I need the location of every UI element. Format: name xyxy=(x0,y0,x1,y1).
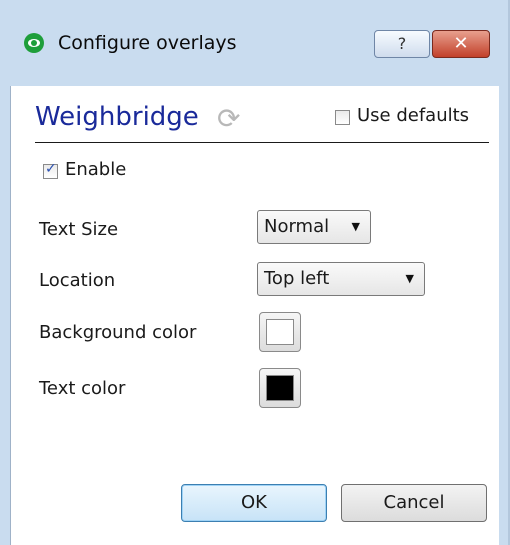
background-color-button[interactable] xyxy=(259,312,301,352)
chevron-down-icon: ▼ xyxy=(351,220,360,233)
enable-label[interactable]: Enable xyxy=(65,159,126,180)
location-label: Location xyxy=(39,270,116,291)
eye-icon xyxy=(24,33,44,53)
enable-checkbox[interactable] xyxy=(43,161,58,179)
dialog-content: Weighbridge ⟳ Use defaults Enable Text S… xyxy=(10,86,499,545)
help-button[interactable]: ? xyxy=(374,30,430,58)
title-bar[interactable]: Configure overlays ? ✕ xyxy=(0,0,508,60)
chevron-down-icon: ▼ xyxy=(405,272,414,285)
cancel-button[interactable]: Cancel xyxy=(341,484,487,522)
text-color-label: Text color xyxy=(39,378,126,399)
window-title: Configure overlays xyxy=(58,32,237,54)
use-defaults-checkbox[interactable] xyxy=(335,110,350,125)
location-value: Top left xyxy=(264,268,330,289)
text-color-button[interactable] xyxy=(259,368,301,408)
text-size-label: Text Size xyxy=(39,219,119,240)
ok-button[interactable]: OK xyxy=(181,484,327,522)
configure-overlays-dialog: Configure overlays ? ✕ Weighbridge ⟳ Use… xyxy=(0,0,510,545)
text-size-value: Normal xyxy=(264,216,330,237)
location-select[interactable]: Top left ▼ xyxy=(257,262,425,296)
use-defaults-label[interactable]: Use defaults xyxy=(357,105,469,126)
header-divider xyxy=(35,142,489,143)
text-size-select[interactable]: Normal ▼ xyxy=(257,210,371,244)
text-color-swatch xyxy=(266,375,294,401)
close-button[interactable]: ✕ xyxy=(432,30,490,58)
background-color-label: Background color xyxy=(39,322,197,343)
overlay-name-heading: Weighbridge xyxy=(35,102,199,132)
refresh-arrows-icon[interactable]: ⟳ xyxy=(217,104,247,134)
background-color-swatch xyxy=(266,319,294,345)
